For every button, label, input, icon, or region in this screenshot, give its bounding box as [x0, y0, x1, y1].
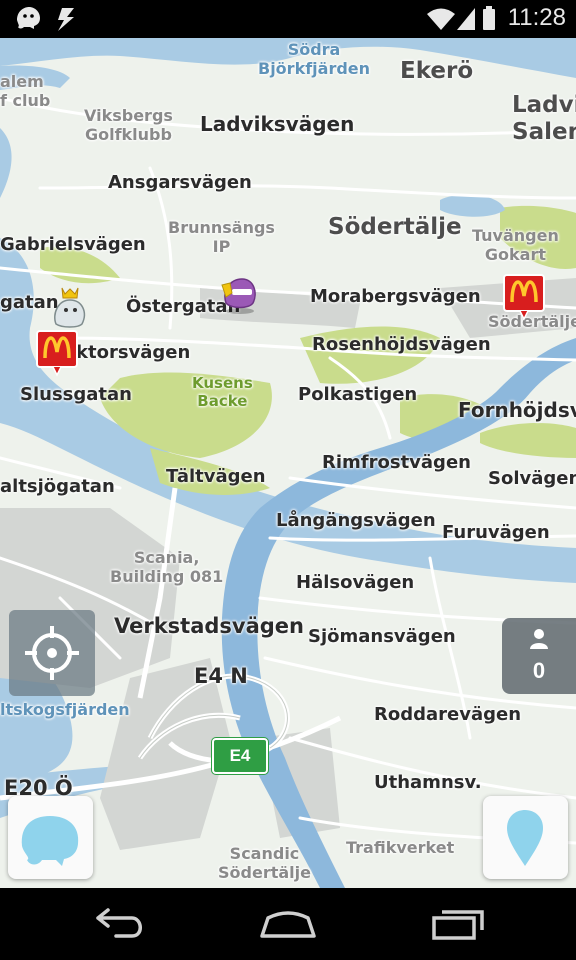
- navigation-bar: [0, 888, 576, 960]
- poi-label-golf-club: alem f club: [0, 72, 51, 110]
- signal-icon: [457, 8, 475, 30]
- mcdonalds-marker-icon[interactable]: [503, 274, 545, 321]
- clock: 11:28: [507, 4, 566, 31]
- street-label-ansgarsvagen: Ansgarsvägen: [108, 172, 252, 193]
- street-label-solvagen: Solvägen: [488, 468, 576, 489]
- wazer-king-avatar-icon[interactable]: [50, 286, 90, 334]
- e4-road-shield: E4: [212, 738, 268, 774]
- street-label-slussgatan: Slussgatan: [20, 384, 132, 405]
- locate-me-button[interactable]: [9, 610, 95, 696]
- street-label-ktorsvagen: ktorsvägen: [76, 342, 191, 363]
- park-label-kusens-backe: Kusens Backe: [192, 374, 253, 410]
- street-label-morabergsvagen: Morabergsvägen: [310, 286, 481, 307]
- street-label-roddarevagen: Roddarevägen: [374, 704, 522, 725]
- place-label-sodertalje: Södertälje: [328, 214, 462, 240]
- person-icon: [530, 629, 548, 649]
- wazer-ninja-avatar-icon[interactable]: [220, 271, 260, 319]
- wifi-icon: [427, 8, 455, 30]
- poi-label-scandic-sodertalje: Scandic Södertälje: [218, 844, 311, 882]
- street-label-gabrielsvagen: Gabrielsvägen: [0, 234, 146, 255]
- street-label-ladviksvagen: Ladviksvägen: [200, 112, 355, 136]
- street-label-langangsvagen: Långängsvägen: [276, 510, 436, 531]
- street-label-sjomansvagen: Sjömansvägen: [308, 626, 456, 647]
- street-label-rimfrostvagen: Rimfrostvägen: [322, 452, 471, 473]
- wazers-count: 0: [532, 658, 546, 683]
- home-icon[interactable]: [258, 906, 318, 942]
- battery-icon: [483, 9, 495, 30]
- status-bar: 11:28: [0, 0, 576, 38]
- street-label-altsjogatan: altsjögatan: [0, 476, 115, 497]
- place-label-ekero: Ekerö: [400, 58, 474, 84]
- system-icons: [425, 5, 505, 37]
- waze-notification-icon: [17, 7, 40, 29]
- poi-label-trafikverket: Trafikverket: [346, 838, 455, 857]
- menu-button[interactable]: [8, 796, 93, 879]
- highway-label-e4-n: E4 N: [194, 664, 248, 688]
- street-label-verkstadsvagen: Verkstadsvägen: [114, 614, 304, 638]
- street-label-fornhojdsv: Fornhöjdsv: [458, 398, 576, 422]
- street-label-rosenhojdsvagen: Rosenhöjdsvägen: [312, 334, 491, 355]
- water-label-sodra-bjorkfjarden: Södra Björkfjärden: [258, 40, 371, 78]
- poi-label-viksbergs-golfklubb: Viksbergs Golfklubb: [84, 106, 173, 144]
- poi-label-scania-building: Scania, Building 081: [110, 548, 224, 586]
- lightning-icon: [58, 8, 74, 31]
- street-label-taltvagen: Tältvägen: [166, 466, 266, 487]
- waze-menu-icon: [21, 816, 79, 866]
- map-view[interactable]: SödraBjörkfjärden Ekerö LadvikSalen alem…: [0, 38, 576, 888]
- place-label-ladvik-salen: LadvikSalen: [512, 92, 576, 145]
- poi-label-brunnsangs-ip: Brunnsängs IP: [168, 218, 275, 256]
- notification-icons: [14, 5, 84, 37]
- report-button[interactable]: [483, 796, 568, 879]
- street-label-uthamnsv: Uthamnsv.: [374, 772, 482, 793]
- recent-apps-icon[interactable]: [430, 906, 490, 942]
- water-label-tskogsfjarden: ltskogsfjärden: [0, 700, 130, 719]
- report-pin-icon: [507, 810, 543, 866]
- mcdonalds-marker-icon[interactable]: [36, 330, 78, 377]
- nearby-wazers-button[interactable]: 0: [502, 618, 576, 694]
- poi-label-tuvangen-gokart: Tuvängen Gokart: [472, 226, 559, 264]
- street-label-polkastigen: Polkastigen: [298, 384, 418, 405]
- map-base: [0, 38, 576, 888]
- crosshair-icon: [25, 626, 79, 680]
- back-icon[interactable]: [92, 906, 148, 942]
- street-label-halsovagen: Hälsovägen: [296, 572, 415, 593]
- street-label-furuvagen: Furuvägen: [442, 522, 550, 543]
